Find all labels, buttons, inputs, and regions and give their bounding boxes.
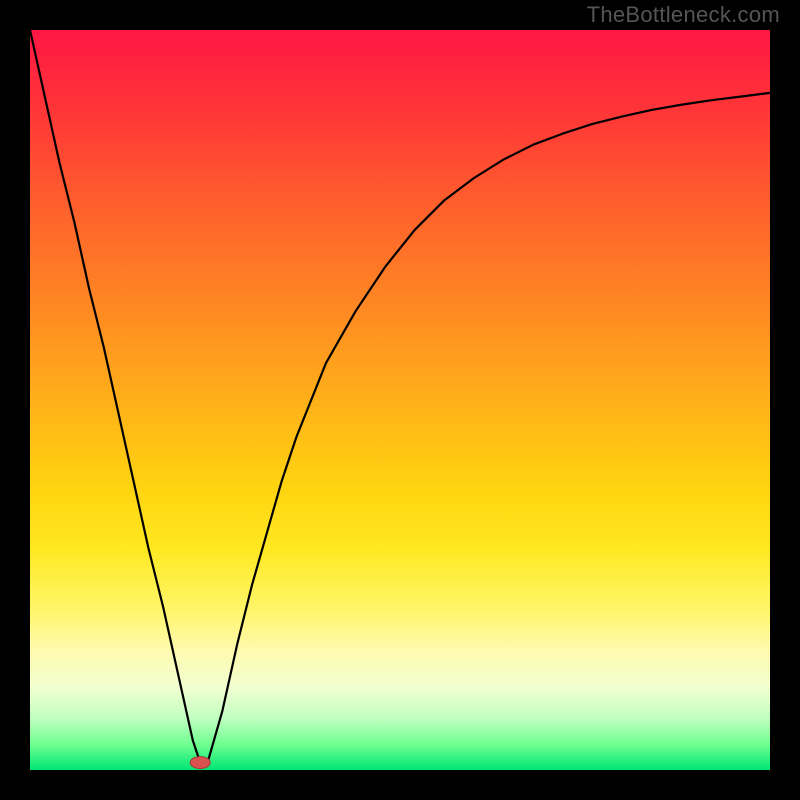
plot-area bbox=[30, 30, 770, 770]
watermark-text: TheBottleneck.com bbox=[587, 2, 780, 28]
bottleneck-curve bbox=[30, 30, 770, 763]
chart-frame: TheBottleneck.com bbox=[0, 0, 800, 800]
min-marker bbox=[190, 757, 210, 769]
chart-svg bbox=[30, 30, 770, 770]
